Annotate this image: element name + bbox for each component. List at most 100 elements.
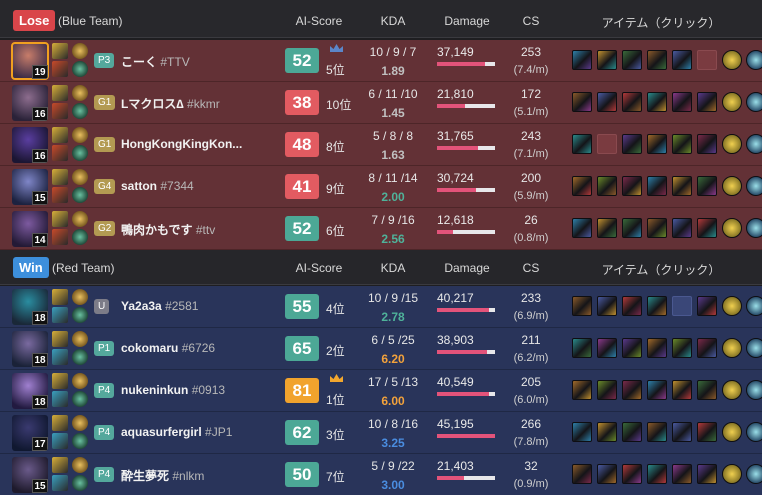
item-icon[interactable] bbox=[746, 134, 762, 154]
champion-portrait[interactable]: 14 bbox=[12, 211, 48, 247]
summoner-name[interactable]: Lマクロス∆ bbox=[121, 97, 184, 111]
item-icon[interactable] bbox=[746, 296, 762, 316]
item-icon[interactable] bbox=[597, 464, 617, 484]
player-row[interactable]: 18 P1 cokomaru #6726 65 2位 6 / 5 /25 6.20 38,90… bbox=[0, 328, 762, 370]
item-icon[interactable] bbox=[697, 218, 717, 238]
item-icon[interactable] bbox=[597, 338, 617, 358]
item-icon[interactable] bbox=[647, 296, 667, 316]
champion-portrait[interactable]: 17 bbox=[12, 415, 48, 451]
player-row[interactable]: 15 G4 satton #7344 41 9位 8 / 11 /14 2.00 30,724… bbox=[0, 166, 762, 208]
player-name[interactable]: 鴨肉かもです #ttv bbox=[121, 221, 215, 238]
item-icon[interactable] bbox=[622, 380, 642, 400]
trinket-icon[interactable] bbox=[722, 134, 742, 154]
item-icon[interactable] bbox=[746, 464, 762, 484]
item-icon[interactable] bbox=[622, 338, 642, 358]
item-icon[interactable] bbox=[697, 422, 717, 442]
item-icon[interactable] bbox=[672, 176, 692, 196]
empty-item-slot[interactable] bbox=[672, 296, 692, 316]
item-icon[interactable] bbox=[572, 464, 592, 484]
item-icon[interactable] bbox=[647, 176, 667, 196]
item-icon[interactable] bbox=[572, 218, 592, 238]
player-name[interactable]: nukeninkun #0913 bbox=[121, 383, 225, 397]
item-icon[interactable] bbox=[746, 176, 762, 196]
player-row[interactable]: 16 G1 HongKongKingKon... 48 8位 5 / 8 / 8 1.63… bbox=[0, 124, 762, 166]
item-icon[interactable] bbox=[647, 134, 667, 154]
summoner-name[interactable]: 酔生夢死 bbox=[121, 469, 169, 483]
player-name[interactable]: Ya2a3a #2581 bbox=[121, 299, 198, 313]
item-icon[interactable] bbox=[597, 176, 617, 196]
item-icon[interactable] bbox=[622, 422, 642, 442]
empty-item-slot[interactable] bbox=[597, 134, 617, 154]
item-icon[interactable] bbox=[647, 422, 667, 442]
item-icon[interactable] bbox=[672, 464, 692, 484]
item-icon[interactable] bbox=[697, 296, 717, 316]
item-icon[interactable] bbox=[647, 218, 667, 238]
item-icon[interactable] bbox=[622, 218, 642, 238]
player-name[interactable]: satton #7344 bbox=[121, 179, 194, 193]
player-row[interactable]: 14 G2 鴨肉かもです #ttv 52 6位 7 / 9 /16 2.56 12,618 26… bbox=[0, 208, 762, 250]
item-icon[interactable] bbox=[697, 464, 717, 484]
trinket-icon[interactable] bbox=[722, 296, 742, 316]
trinket-icon[interactable] bbox=[722, 92, 742, 112]
item-icon[interactable] bbox=[622, 176, 642, 196]
trinket-icon[interactable] bbox=[722, 422, 742, 442]
champion-portrait[interactable]: 16 bbox=[12, 85, 48, 121]
item-icon[interactable] bbox=[572, 50, 592, 70]
item-icon[interactable] bbox=[697, 92, 717, 112]
champion-portrait[interactable]: 16 bbox=[12, 127, 48, 163]
summoner-name[interactable]: satton bbox=[121, 179, 157, 193]
item-icon[interactable] bbox=[597, 296, 617, 316]
item-icon[interactable] bbox=[672, 92, 692, 112]
player-row[interactable]: 15 P4 酔生夢死 #nlkm 50 7位 5 / 9 /22 3.00 21,403 32 (… bbox=[0, 454, 762, 495]
summoner-name[interactable]: こーく bbox=[121, 55, 157, 69]
item-icon[interactable] bbox=[647, 380, 667, 400]
summoner-name[interactable]: Ya2a3a bbox=[121, 299, 162, 313]
trinket-icon[interactable] bbox=[722, 464, 742, 484]
item-icon[interactable] bbox=[572, 134, 592, 154]
item-icon[interactable] bbox=[746, 50, 762, 70]
player-name[interactable]: こーく #TTV bbox=[121, 53, 190, 70]
item-icon[interactable] bbox=[572, 338, 592, 358]
item-icon[interactable] bbox=[622, 92, 642, 112]
item-icon[interactable] bbox=[647, 50, 667, 70]
trinket-icon[interactable] bbox=[722, 338, 742, 358]
item-icon[interactable] bbox=[622, 50, 642, 70]
item-icon[interactable] bbox=[697, 380, 717, 400]
item-icon[interactable] bbox=[597, 380, 617, 400]
player-name[interactable]: cokomaru #6726 bbox=[121, 341, 215, 355]
trinket-icon[interactable] bbox=[722, 176, 742, 196]
item-icon[interactable] bbox=[672, 50, 692, 70]
summoner-name[interactable]: nukeninkun bbox=[121, 383, 188, 397]
item-icon[interactable] bbox=[672, 218, 692, 238]
empty-item-slot[interactable] bbox=[697, 50, 717, 70]
item-icon[interactable] bbox=[597, 218, 617, 238]
summoner-name[interactable]: cokomaru bbox=[121, 341, 178, 355]
champion-portrait[interactable]: 18 bbox=[12, 289, 48, 325]
champion-portrait[interactable]: 15 bbox=[12, 169, 48, 205]
item-icon[interactable] bbox=[697, 338, 717, 358]
champion-portrait[interactable]: 15 bbox=[12, 457, 48, 493]
item-icon[interactable] bbox=[647, 338, 667, 358]
trinket-icon[interactable] bbox=[722, 380, 742, 400]
item-icon[interactable] bbox=[746, 338, 762, 358]
item-icon[interactable] bbox=[572, 176, 592, 196]
item-icon[interactable] bbox=[746, 422, 762, 442]
trinket-icon[interactable] bbox=[722, 218, 742, 238]
item-icon[interactable] bbox=[622, 464, 642, 484]
champion-portrait[interactable]: 19 bbox=[11, 42, 49, 80]
item-icon[interactable] bbox=[597, 422, 617, 442]
item-icon[interactable] bbox=[572, 380, 592, 400]
item-icon[interactable] bbox=[597, 92, 617, 112]
player-row[interactable]: 18 P4 nukeninkun #0913 81 1位 17 / 5 /13 6.00 40… bbox=[0, 370, 762, 412]
player-row[interactable]: 19 P3 こーく #TTV 52 5位 10 / 9 / 7 1.89 37,149 253 (… bbox=[0, 40, 762, 82]
summoner-name[interactable]: aquasurfergirl bbox=[121, 425, 202, 439]
player-name[interactable]: 酔生夢死 #nlkm bbox=[121, 467, 204, 484]
item-icon[interactable] bbox=[572, 92, 592, 112]
item-icon[interactable] bbox=[746, 218, 762, 238]
item-icon[interactable] bbox=[672, 338, 692, 358]
player-name[interactable]: aquasurfergirl #JP1 bbox=[121, 425, 232, 439]
summoner-name[interactable]: 鴨肉かもです bbox=[121, 223, 193, 237]
item-icon[interactable] bbox=[672, 380, 692, 400]
item-icon[interactable] bbox=[647, 92, 667, 112]
item-icon[interactable] bbox=[697, 134, 717, 154]
